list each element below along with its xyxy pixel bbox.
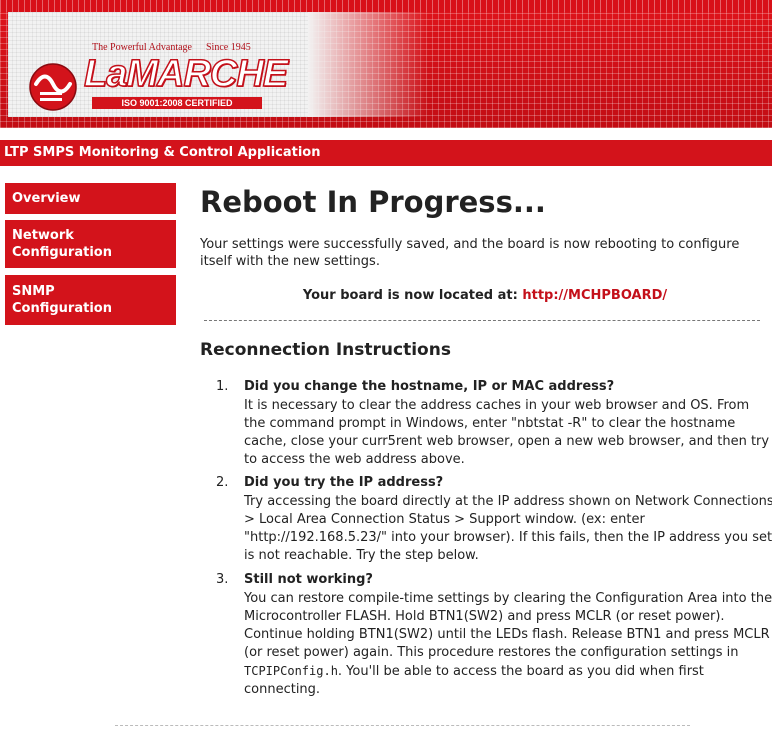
instructions-heading: Reconnection Instructions bbox=[200, 340, 451, 360]
sidebar-item-label: Network Configuration bbox=[12, 228, 112, 260]
tagline-text: The Powerful Advantage bbox=[92, 42, 192, 53]
page-title: Reboot In Progress... bbox=[200, 185, 546, 219]
step-number: 1. bbox=[216, 379, 229, 394]
board-url-link[interactable]: http://MCHPBOARD/ bbox=[522, 288, 667, 303]
step-title: Did you try the IP address? bbox=[244, 475, 444, 490]
iso-certification-text: ISO 9001:2008 CERTIFIED bbox=[121, 98, 233, 108]
step-body-text: You can restore compile-time settings by… bbox=[244, 591, 772, 660]
brand-tagline: The Powerful Advantage Since 1945 bbox=[92, 42, 251, 53]
sidebar-item-overview[interactable]: Overview bbox=[5, 183, 176, 214]
sidebar-item-label: Overview bbox=[12, 191, 81, 206]
step-number: 3. bbox=[216, 572, 229, 587]
location-label: Your board is now located at: bbox=[302, 288, 518, 303]
board-location: Your board is now located at: http://MCH… bbox=[200, 288, 770, 303]
header-fade bbox=[308, 12, 428, 117]
intro-text: Your settings were successfully saved, a… bbox=[200, 237, 740, 269]
since-text: Since 1945 bbox=[205, 42, 251, 53]
app-title: LTP SMPS Monitoring & Control Applicatio… bbox=[4, 145, 321, 160]
dashed-divider bbox=[204, 320, 760, 321]
step-title: Still not working? bbox=[244, 572, 373, 587]
header-top-strip bbox=[0, 0, 772, 12]
config-file-code: TCPIPConfig.h bbox=[244, 664, 338, 678]
step-body: Try accessing the board directly at the … bbox=[244, 494, 772, 563]
brand-wordmark: LaMARCHE bbox=[83, 53, 289, 95]
footer-divider bbox=[115, 725, 690, 726]
sidebar-item-snmp-configuration[interactable]: SNMP Configuration bbox=[5, 275, 176, 325]
step-title: Did you change the hostname, IP or MAC a… bbox=[244, 379, 615, 394]
page-header: The Powerful Advantage Since 1945 LaMARCH… bbox=[0, 0, 772, 128]
step-body: It is necessary to clear the address cac… bbox=[244, 398, 770, 467]
app-title-bar: LTP SMPS Monitoring & Control Applicatio… bbox=[0, 140, 772, 166]
step-body: You can restore compile-time settings by… bbox=[244, 590, 772, 699]
step-number: 2. bbox=[216, 475, 229, 490]
sidebar-item-network-configuration[interactable]: Network Configuration bbox=[5, 220, 176, 268]
lamarche-logo-icon bbox=[29, 63, 77, 111]
sidebar-item-label: SNMP Configuration bbox=[12, 284, 112, 316]
